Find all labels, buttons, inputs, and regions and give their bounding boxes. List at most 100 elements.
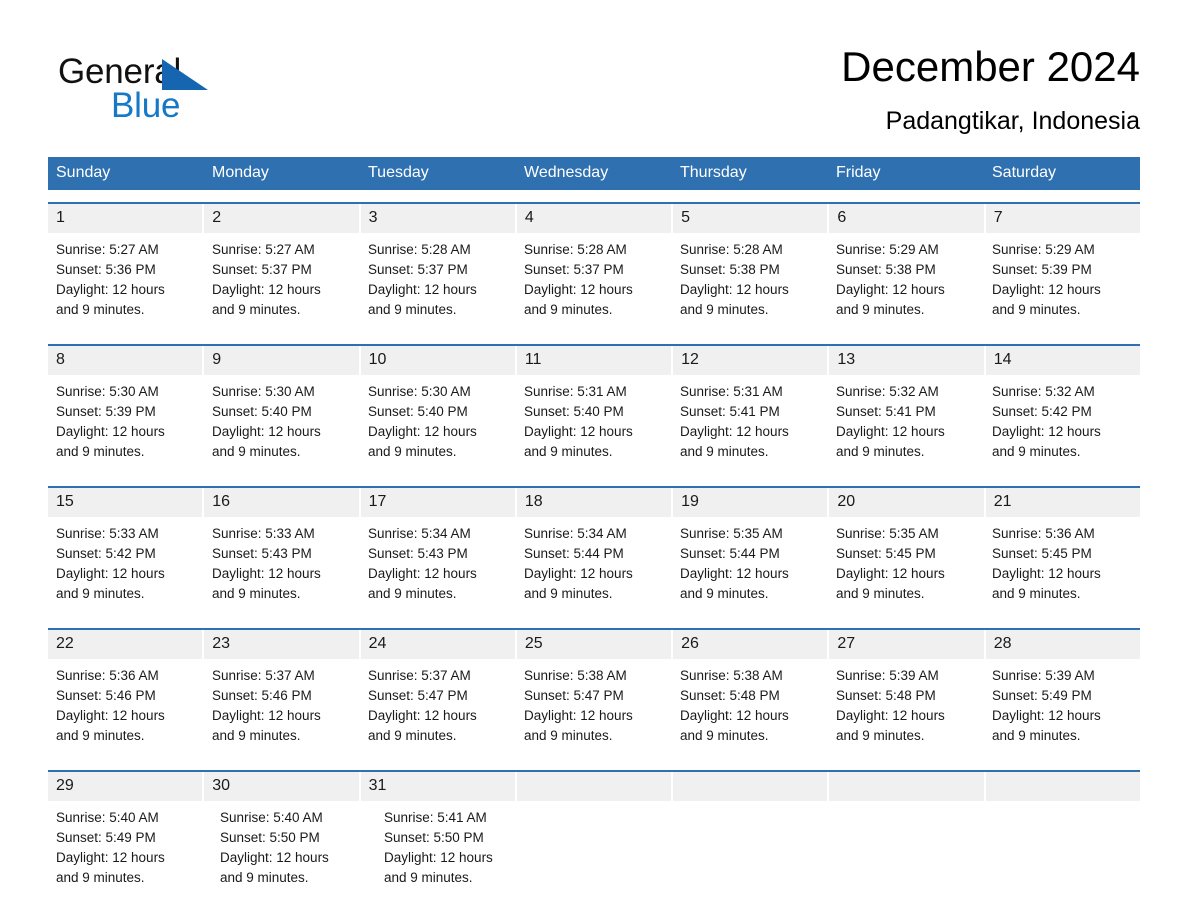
- day-cell[interactable]: Sunrise: 5:28 AM Sunset: 5:37 PM Dayligh…: [516, 233, 672, 332]
- sunrise-text: Sunrise: 5:29 AM: [992, 242, 1095, 257]
- day-cell[interactable]: Sunrise: 5:34 AM Sunset: 5:44 PM Dayligh…: [516, 517, 672, 616]
- general-blue-logo[interactable]: General Blue: [58, 52, 358, 142]
- day-cell[interactable]: Sunrise: 5:37 AM Sunset: 5:47 PM Dayligh…: [360, 659, 516, 758]
- day-number[interactable]: 20: [829, 488, 986, 517]
- page-subtitle-location: Padangtikar, Indonesia: [885, 107, 1140, 135]
- day-cell[interactable]: Sunrise: 5:30 AM Sunset: 5:39 PM Dayligh…: [48, 375, 204, 474]
- day-number[interactable]: 4: [517, 204, 674, 233]
- day-cell[interactable]: Sunrise: 5:29 AM Sunset: 5:39 PM Dayligh…: [984, 233, 1140, 332]
- day-number[interactable]: 2: [204, 204, 361, 233]
- day-number[interactable]: 18: [517, 488, 674, 517]
- day-cell[interactable]: Sunrise: 5:27 AM Sunset: 5:36 PM Dayligh…: [48, 233, 204, 332]
- day-number[interactable]: 14: [986, 346, 1140, 375]
- day-cell[interactable]: Sunrise: 5:39 AM Sunset: 5:48 PM Dayligh…: [828, 659, 984, 758]
- day-cell[interactable]: Sunrise: 5:41 AM Sunset: 5:50 PM Dayligh…: [376, 801, 540, 900]
- day-number[interactable]: 30: [204, 772, 361, 801]
- sunrise-text: Sunrise: 5:39 AM: [836, 668, 939, 683]
- day-number[interactable]: 16: [204, 488, 361, 517]
- sunset-text: Sunset: 5:40 PM: [524, 404, 624, 419]
- day-number[interactable]: 8: [48, 346, 205, 375]
- daylight-text-line2: and 9 minutes.: [992, 302, 1081, 317]
- day-cell[interactable]: Sunrise: 5:40 AM Sunset: 5:49 PM Dayligh…: [48, 801, 212, 900]
- day-cell[interactable]: Sunrise: 5:31 AM Sunset: 5:40 PM Dayligh…: [516, 375, 672, 474]
- daylight-text-line2: and 9 minutes.: [680, 302, 769, 317]
- day-number[interactable]: 19: [673, 488, 830, 517]
- weekday-header-wednesday: Wednesday: [524, 164, 609, 181]
- daylight-text-line1: Daylight: 12 hours: [212, 708, 321, 723]
- day-number[interactable]: 23: [204, 630, 361, 659]
- day-number[interactable]: 11: [517, 346, 674, 375]
- day-number[interactable]: 28: [986, 630, 1140, 659]
- day-number[interactable]: 22: [48, 630, 205, 659]
- day-cell[interactable]: Sunrise: 5:33 AM Sunset: 5:42 PM Dayligh…: [48, 517, 204, 616]
- day-number[interactable]: 17: [361, 488, 517, 517]
- day-cell[interactable]: Sunrise: 5:33 AM Sunset: 5:43 PM Dayligh…: [204, 517, 360, 616]
- daylight-text-line1: Daylight: 12 hours: [524, 424, 633, 439]
- daylight-text-line2: and 9 minutes.: [992, 586, 1081, 601]
- day-number[interactable]: 27: [829, 630, 986, 659]
- daylight-text-line1: Daylight: 12 hours: [56, 282, 165, 297]
- daylight-text-line1: Daylight: 12 hours: [992, 282, 1101, 297]
- day-cell[interactable]: Sunrise: 5:36 AM Sunset: 5:45 PM Dayligh…: [984, 517, 1140, 616]
- day-number[interactable]: 5: [673, 204, 830, 233]
- sunrise-text: Sunrise: 5:33 AM: [56, 526, 159, 541]
- day-cell[interactable]: Sunrise: 5:40 AM Sunset: 5:50 PM Dayligh…: [212, 801, 376, 900]
- sunrise-text: Sunrise: 5:38 AM: [524, 668, 627, 683]
- day-cell[interactable]: Sunrise: 5:29 AM Sunset: 5:38 PM Dayligh…: [828, 233, 984, 332]
- day-cell[interactable]: Sunrise: 5:38 AM Sunset: 5:47 PM Dayligh…: [516, 659, 672, 758]
- daylight-text-line1: Daylight: 12 hours: [836, 708, 945, 723]
- daylight-text-line2: and 9 minutes.: [212, 728, 301, 743]
- week-date-strip: 8 9 10 11 12 13 14: [48, 346, 1140, 375]
- day-number[interactable]: 26: [673, 630, 830, 659]
- day-cell[interactable]: Sunrise: 5:30 AM Sunset: 5:40 PM Dayligh…: [360, 375, 516, 474]
- day-cell[interactable]: Sunrise: 5:39 AM Sunset: 5:49 PM Dayligh…: [984, 659, 1140, 758]
- day-number[interactable]: 21: [986, 488, 1140, 517]
- day-number[interactable]: 3: [361, 204, 517, 233]
- sunrise-text: Sunrise: 5:31 AM: [524, 384, 627, 399]
- sunrise-text: Sunrise: 5:41 AM: [384, 810, 487, 825]
- daylight-text-line1: Daylight: 12 hours: [212, 566, 321, 581]
- day-number[interactable]: 7: [986, 204, 1140, 233]
- daylight-text-line2: and 9 minutes.: [368, 586, 457, 601]
- sunset-text: Sunset: 5:44 PM: [524, 546, 624, 561]
- daylight-text-line2: and 9 minutes.: [56, 586, 145, 601]
- day-cell[interactable]: Sunrise: 5:28 AM Sunset: 5:38 PM Dayligh…: [672, 233, 828, 332]
- day-cell[interactable]: Sunrise: 5:32 AM Sunset: 5:42 PM Dayligh…: [984, 375, 1140, 474]
- day-number[interactable]: 29: [48, 772, 205, 801]
- sunset-text: Sunset: 5:46 PM: [212, 688, 312, 703]
- day-cell-empty: [690, 801, 840, 900]
- sunrise-text: Sunrise: 5:36 AM: [992, 526, 1095, 541]
- day-cell[interactable]: Sunrise: 5:38 AM Sunset: 5:48 PM Dayligh…: [672, 659, 828, 758]
- week-row: 15 16 17 18 19 20 21 Sunrise: 5:33 AM Su…: [48, 486, 1140, 616]
- sunset-text: Sunset: 5:45 PM: [836, 546, 936, 561]
- day-cell[interactable]: Sunrise: 5:32 AM Sunset: 5:41 PM Dayligh…: [828, 375, 984, 474]
- day-cell[interactable]: Sunrise: 5:35 AM Sunset: 5:44 PM Dayligh…: [672, 517, 828, 616]
- day-cell[interactable]: Sunrise: 5:27 AM Sunset: 5:37 PM Dayligh…: [204, 233, 360, 332]
- day-number[interactable]: 9: [204, 346, 361, 375]
- day-number[interactable]: 13: [829, 346, 986, 375]
- day-cell[interactable]: Sunrise: 5:28 AM Sunset: 5:37 PM Dayligh…: [360, 233, 516, 332]
- sunset-text: Sunset: 5:43 PM: [212, 546, 312, 561]
- day-cell[interactable]: Sunrise: 5:30 AM Sunset: 5:40 PM Dayligh…: [204, 375, 360, 474]
- day-number[interactable]: 25: [517, 630, 674, 659]
- day-number[interactable]: 24: [361, 630, 517, 659]
- sunset-text: Sunset: 5:45 PM: [992, 546, 1092, 561]
- day-number[interactable]: 12: [673, 346, 830, 375]
- day-cell[interactable]: Sunrise: 5:31 AM Sunset: 5:41 PM Dayligh…: [672, 375, 828, 474]
- day-number[interactable]: 10: [361, 346, 517, 375]
- daylight-text-line1: Daylight: 12 hours: [368, 566, 477, 581]
- sunset-text: Sunset: 5:42 PM: [56, 546, 156, 561]
- day-cell[interactable]: Sunrise: 5:35 AM Sunset: 5:45 PM Dayligh…: [828, 517, 984, 616]
- sunrise-text: Sunrise: 5:31 AM: [680, 384, 783, 399]
- daylight-text-line2: and 9 minutes.: [836, 444, 925, 459]
- day-cell[interactable]: Sunrise: 5:34 AM Sunset: 5:43 PM Dayligh…: [360, 517, 516, 616]
- sunset-text: Sunset: 5:38 PM: [836, 262, 936, 277]
- day-number[interactable]: 6: [829, 204, 986, 233]
- day-cell[interactable]: Sunrise: 5:36 AM Sunset: 5:46 PM Dayligh…: [48, 659, 204, 758]
- day-cell[interactable]: Sunrise: 5:37 AM Sunset: 5:46 PM Dayligh…: [204, 659, 360, 758]
- day-number[interactable]: 1: [48, 204, 205, 233]
- day-number[interactable]: 15: [48, 488, 205, 517]
- calendar-page: General Blue December 2024 Padangtikar, …: [0, 0, 1188, 918]
- weekday-header-thursday: Thursday: [680, 164, 747, 181]
- day-number[interactable]: 31: [361, 772, 517, 801]
